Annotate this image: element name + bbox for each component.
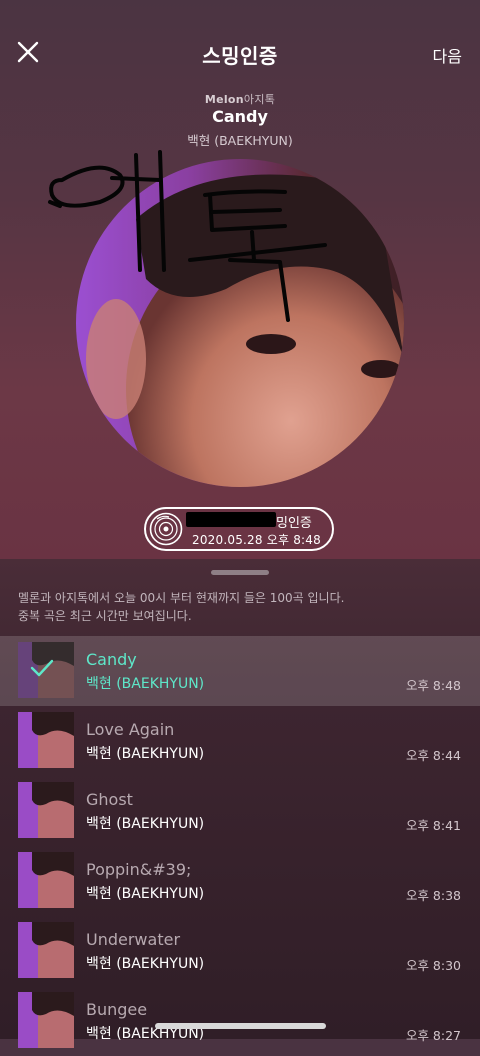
track-row-ghost[interactable]: Ghost 백현 (BAEKHYUN) 오후 8:41	[0, 776, 480, 846]
track-time: 오후 8:48	[405, 678, 461, 693]
track-artist: 백현 (BAEKHYUN)	[86, 676, 205, 692]
badge-datetime: 2020.05.28 오후 8:48	[192, 533, 321, 547]
track-title: Ghost	[86, 790, 133, 809]
brand-suffix: 아지톡	[243, 93, 276, 106]
track-time: 오후 8:44	[405, 748, 461, 763]
check-icon	[30, 659, 54, 677]
track-title: Love Again	[86, 720, 175, 739]
track-title: Candy	[86, 650, 137, 669]
track-thumbnail	[18, 922, 74, 978]
notice-line-2: 중복 곡은 최근 시간만 보여집니다.	[18, 609, 192, 623]
track-thumbnail	[18, 852, 74, 908]
brand-label: Melon아지톡	[0, 91, 480, 107]
streaming-certificate-badge: 밍인증 2020.05.28 오후 8:48	[144, 507, 334, 551]
track-time: 오후 8:27	[405, 1028, 461, 1043]
sheet-drag-handle[interactable]	[211, 570, 269, 575]
handwritten-scribble	[48, 150, 327, 322]
page-title: 스밍인증	[202, 44, 278, 68]
track-artist: 백현 (BAEKHYUN)	[86, 956, 205, 972]
now-playing-title: Candy	[212, 107, 268, 126]
track-thumbnail	[18, 712, 74, 768]
track-row-candy[interactable]: Candy 백현 (BAEKHYUN) 오후 8:48	[0, 636, 480, 706]
track-artist: 백현 (BAEKHYUN)	[86, 886, 205, 902]
notice-line-1: 멜론과 아지톡에서 오늘 00시 부터 현재까지 들은 100곡 입니다.	[18, 591, 345, 605]
track-row-love-again[interactable]: Love Again 백현 (BAEKHYUN) 오후 8:44	[0, 706, 480, 776]
track-time: 오후 8:38	[405, 888, 461, 903]
track-row-underwater[interactable]: Underwater 백현 (BAEKHYUN) 오후 8:30	[0, 916, 480, 986]
melon-logo: Melon	[204, 93, 244, 106]
track-list: Candy 백현 (BAEKHYUN) 오후 8:48 Love Again 백…	[0, 636, 480, 1056]
track-thumbnail	[18, 992, 74, 1048]
track-artist: 백현 (BAEKHYUN)	[86, 816, 205, 832]
track-thumbnail	[18, 782, 74, 838]
track-row-bungee[interactable]: Bungee 백현 (BAEKHYUN) 오후 8:27	[0, 986, 480, 1056]
track-title: Poppin&#39;	[86, 860, 192, 879]
track-time: 오후 8:30	[405, 958, 461, 973]
track-title: Underwater	[86, 930, 181, 949]
track-time: 오후 8:41	[405, 818, 461, 833]
redacted-label	[186, 512, 276, 527]
next-button[interactable]: 다음	[433, 43, 462, 67]
history-notice: 멜론과 아지톡에서 오늘 00시 부터 현재까지 들은 100곡 입니다. 중복…	[18, 589, 468, 625]
track-row-poppin[interactable]: Poppin&#39; 백현 (BAEKHYUN) 오후 8:38	[0, 846, 480, 916]
vinyl-disc-icon	[149, 512, 183, 546]
history-sheet: 멜론과 아지톡에서 오늘 00시 부터 현재까지 들은 100곡 입니다. 중복…	[0, 559, 480, 1048]
track-title: Bungee	[86, 1000, 148, 1019]
home-indicator	[155, 1023, 326, 1029]
badge-label: 밍인증	[276, 516, 312, 531]
track-artist: 백현 (BAEKHYUN)	[86, 746, 205, 762]
